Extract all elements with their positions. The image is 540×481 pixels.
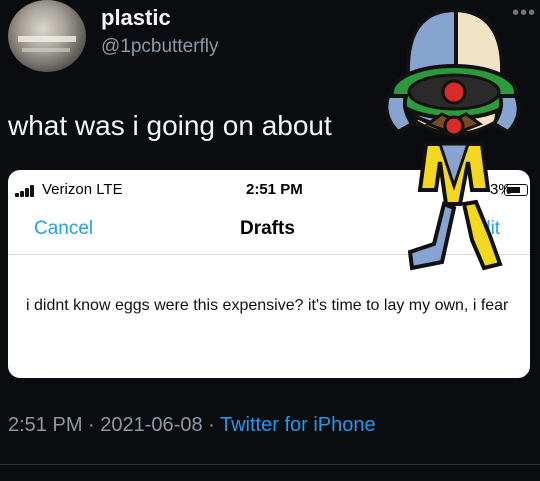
divider <box>0 464 540 465</box>
cancel-button[interactable]: Cancel <box>34 218 93 240</box>
display-name[interactable]: plastic <box>101 5 171 31</box>
tweet-source-link[interactable]: Twitter for iPhone <box>220 414 376 436</box>
tweet-meta: 2:51 PM · 2021-06-08 · Twitter for iPhon… <box>8 414 376 436</box>
tweet-text: what was i going on about <box>8 110 332 141</box>
cartoon-character-sticker <box>384 7 521 271</box>
status-time: 2:51 PM <box>246 181 303 198</box>
draft-text[interactable]: i didnt know eggs were this expensive? i… <box>26 294 516 318</box>
tweet-time[interactable]: 2:51 PM <box>8 414 82 436</box>
user-handle[interactable]: @1pcbutterfly <box>101 36 219 58</box>
drafts-title: Drafts <box>240 218 295 239</box>
carrier-label: Verizon LTE <box>42 181 123 198</box>
avatar[interactable] <box>8 0 86 72</box>
tweet-date[interactable]: 2021-06-08 <box>100 414 202 436</box>
signal-icon <box>15 185 37 197</box>
